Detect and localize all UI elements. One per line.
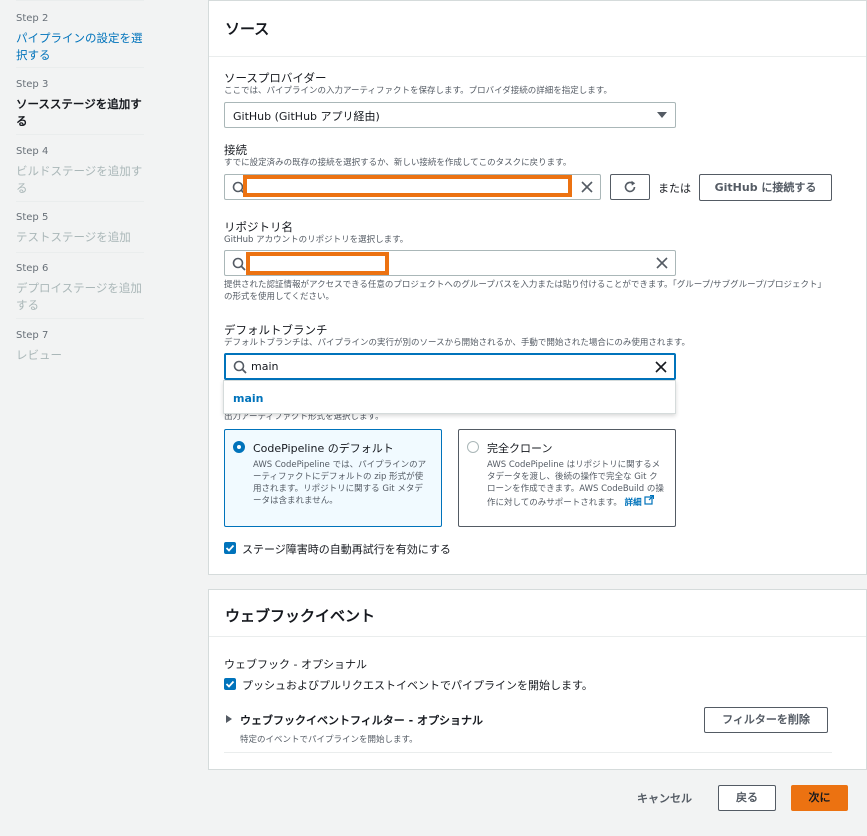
step-divider	[16, 252, 144, 253]
remove-filter-button[interactable]: フィルターを削除	[704, 707, 828, 733]
option-desc: AWS CodePipeline では、パイプラインのアーティファクトにデフォル…	[253, 460, 427, 506]
step-label-line1: デプロイステージを追加	[16, 281, 142, 295]
radio-selected[interactable]	[233, 441, 245, 453]
back-button[interactable]: 戻る	[718, 785, 776, 811]
step-label-line1: ソースステージを追加す	[16, 97, 142, 111]
caret-down-icon	[657, 112, 667, 118]
branch-input-value: main	[251, 360, 279, 373]
retry-checkbox[interactable]	[224, 542, 236, 554]
redaction-box	[246, 252, 389, 275]
learn-more-link[interactable]: 詳細	[625, 498, 642, 508]
repo-desc: GitHub アカウントのリポジトリを選択します。	[224, 235, 409, 245]
repo-help-text: 提供された認証情報がアクセスできる任意のプロジェクトへのグループパスを入力または…	[224, 280, 827, 302]
connection-label: 接続	[224, 143, 247, 157]
option-title: 完全クローン	[487, 442, 553, 455]
step-divider	[16, 318, 144, 319]
redaction-box	[243, 175, 572, 197]
source-panel-title: ソース	[209, 1, 866, 57]
step-divider	[16, 0, 144, 1]
branch-desc: デフォルトブランチは、パイプラインの実行が別のソースから開始されるか、手動で開始…	[224, 338, 691, 348]
step-label-line2: する	[16, 298, 39, 312]
source-provider-label: ソースプロバイダー	[224, 71, 327, 85]
external-link-icon	[644, 494, 655, 505]
connection-desc: すでに設定済みの既存の接続を選択するか、新しい接続を作成してこのタスクに戻ります…	[224, 158, 572, 168]
webhook-label: ウェブフック - オプショナル	[224, 658, 367, 671]
clear-icon[interactable]	[654, 360, 668, 374]
step-label-line1: ビルドステージを追加す	[16, 164, 143, 178]
clear-icon[interactable]	[580, 180, 594, 194]
step-7: Step 7 レビュー	[16, 329, 144, 364]
source-provider-value: GitHub (GitHub アプリ経由)	[233, 110, 380, 123]
step-number: Step 5	[16, 212, 49, 223]
webhook-filter-desc: 特定のイベントでパイプラインを開始します。	[240, 735, 418, 745]
repo-label: リポジトリ名	[224, 220, 293, 234]
step-divider	[16, 201, 144, 202]
branch-dropdown: main	[223, 380, 676, 414]
step-label: ソースステージを追加す る	[16, 96, 144, 130]
refresh-button[interactable]	[610, 174, 650, 200]
source-provider-select[interactable]: GitHub (GitHub アプリ経由)	[224, 102, 676, 128]
cancel-button[interactable]: キャンセル	[637, 790, 692, 806]
refresh-icon	[624, 180, 636, 193]
step-label: レビュー	[16, 348, 62, 362]
radio-unselected[interactable]	[467, 441, 479, 453]
connect-github-button[interactable]: GitHub に接続する	[699, 174, 832, 201]
search-icon	[232, 257, 246, 271]
divider	[224, 752, 832, 753]
step-6: Step 6 デプロイステージを追加 する	[16, 262, 144, 314]
step-label-line2: 択する	[16, 48, 51, 62]
step-divider	[16, 67, 144, 68]
step-label-line1: パイプラインの設定を選	[16, 31, 143, 45]
branch-label: デフォルトブランチ	[224, 323, 328, 337]
option-desc: AWS CodePipeline はリポジトリに関するメタデータを渡し、後続の操…	[487, 459, 665, 509]
checkmark-icon	[225, 680, 235, 688]
next-button[interactable]: 次に	[791, 785, 848, 811]
artifact-option-full-clone[interactable]: 完全クローン AWS CodePipeline はリポジトリに関するメタデータを…	[458, 429, 676, 527]
step-4: Step 4 ビルドステージを追加す る	[16, 145, 144, 197]
step-number: Step 3	[16, 79, 49, 90]
webhook-checkbox-label: プッシュおよびプルリクエストイベントでパイプラインを開始します。	[242, 679, 593, 692]
branch-search-input[interactable]: main	[224, 353, 676, 380]
step-number: Step 7	[16, 330, 49, 341]
webhook-checkbox[interactable]	[224, 678, 236, 690]
webhook-panel-title: ウェブフックイベント	[209, 590, 866, 637]
step-number: Step 2	[16, 13, 49, 24]
step-label-line2: る	[16, 181, 28, 195]
step-number: Step 4	[16, 146, 49, 157]
step-label: ビルドステージを追加す る	[16, 163, 144, 197]
step-divider	[16, 134, 144, 135]
checkmark-icon	[225, 544, 235, 552]
step-5: Step 5 テストステージを追加	[16, 211, 144, 246]
step-label[interactable]: パイプラインの設定を選 択する	[16, 30, 144, 64]
step-3: Step 3 ソースステージを追加す る	[16, 78, 144, 130]
step-2[interactable]: Step 2 パイプラインの設定を選 択する	[16, 12, 144, 64]
option-title: CodePipeline のデフォルト	[253, 442, 394, 455]
step-label: デプロイステージを追加 する	[16, 280, 144, 314]
step-label-line2: る	[16, 114, 28, 128]
step-label: テストステージを追加	[16, 230, 131, 244]
expand-caret-icon[interactable]	[226, 715, 232, 723]
or-text: または	[658, 182, 691, 195]
retry-checkbox-label: ステージ障害時の自動再試行を有効にする	[242, 543, 451, 556]
source-provider-desc: ここでは、パイプラインの入力アーティファクトを保存します。プロバイダ接続の詳細を…	[224, 86, 612, 96]
webhook-filter-title[interactable]: ウェブフックイベントフィルター - オプショナル	[240, 712, 483, 728]
step-number: Step 6	[16, 263, 49, 274]
clear-icon[interactable]	[655, 256, 669, 270]
artifact-option-default[interactable]: CodePipeline のデフォルト AWS CodePipeline では、…	[224, 429, 442, 527]
search-icon	[233, 360, 247, 374]
branch-option[interactable]: main	[233, 392, 264, 405]
